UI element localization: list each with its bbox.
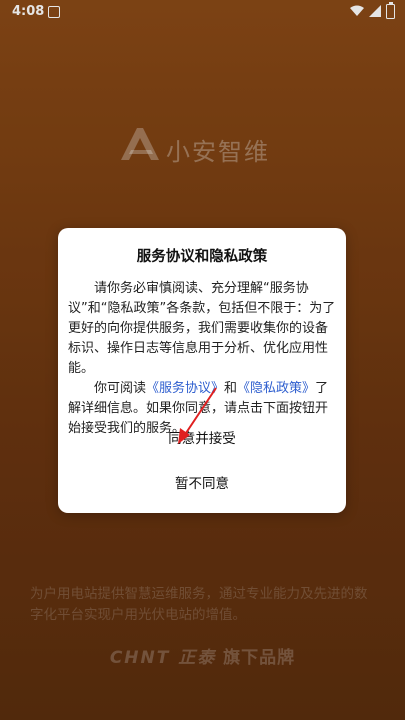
paragraph-2-prefix: 你可阅读	[94, 381, 147, 396]
privacy-policy-link[interactable]: 《隐私政策》	[237, 381, 315, 396]
paragraph-2-and: 和	[224, 381, 238, 396]
disagree-button[interactable]: 暂不同意	[128, 471, 276, 497]
privacy-dialog: 服务协议和隐私政策 请你务必审慎阅读、充分理解“服务协议”和“隐私政策”各条款，…	[58, 228, 346, 513]
dialog-paragraph-1: 请你务必审慎阅读、充分理解“服务协议”和“隐私政策”各条款，包括但不限于：为了更…	[68, 281, 336, 376]
annotation-arrow-icon	[178, 387, 217, 444]
dialog-title: 服务协议和隐私政策	[136, 249, 268, 265]
